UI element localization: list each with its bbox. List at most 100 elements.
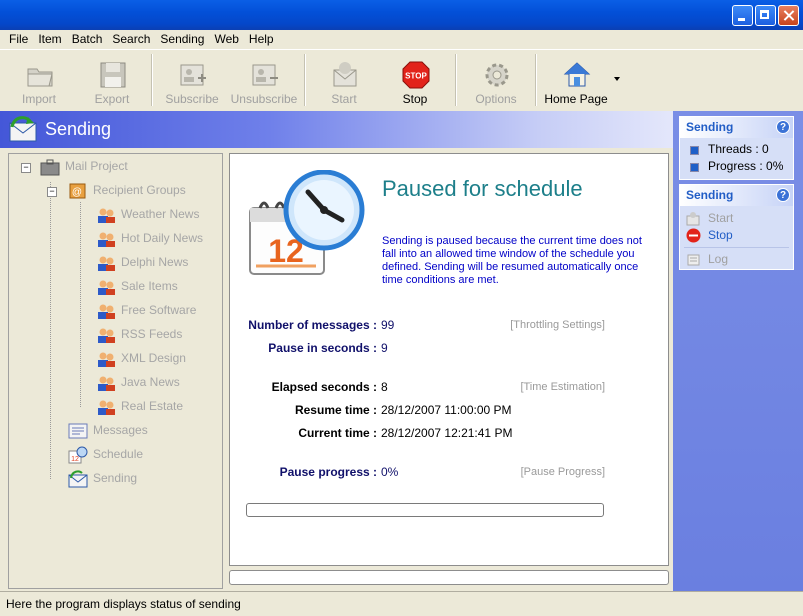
tree-item-recipient-groups[interactable]: @ Recipient Groups — [67, 182, 186, 202]
maximize-button[interactable] — [755, 5, 776, 26]
task-pane: Sending? Threads : 0 Progress : 0% Sendi… — [673, 111, 803, 591]
subscribe-label: Subscribe — [165, 92, 219, 106]
tree-item-schedule[interactable]: 12 Schedule — [67, 446, 143, 466]
divider — [684, 247, 789, 248]
floppy-disk-icon — [100, 62, 126, 88]
tree-item-group[interactable]: XML Design — [95, 350, 186, 370]
import-button[interactable]: Import — [3, 56, 75, 108]
tree-label: Weather News — [121, 207, 200, 222]
pause-progress-link[interactable]: [Pause Progress] — [521, 466, 605, 478]
sending-actions-box: Sending? Start Stop Log — [679, 184, 794, 270]
tree-label: Messages — [93, 423, 148, 438]
tree-item-mail-project[interactable]: Mail Project — [39, 158, 128, 178]
home-page-label: Home Page — [544, 92, 608, 106]
project-tree: − Mail Project − @ Recipient Groups Weath… — [8, 153, 223, 589]
menu-file[interactable]: File — [4, 30, 33, 49]
box-title: Sending — [686, 120, 734, 134]
unsubscribe-button[interactable]: Unsubscribe — [228, 56, 300, 108]
log-icon — [687, 254, 700, 266]
briefcase-icon — [40, 159, 60, 176]
people-icon — [98, 328, 115, 343]
start-label: Start — [331, 92, 357, 106]
send-envelope-icon — [333, 62, 357, 87]
menu-bar: File Item Batch Search Sending Web Help — [0, 30, 803, 49]
num-messages-value: 99 — [381, 318, 395, 332]
tree-item-group[interactable]: Java News — [95, 374, 180, 394]
tree-item-group[interactable]: Delphi News — [95, 254, 188, 274]
tree-label: Free Software — [121, 303, 197, 318]
stop-action-label: Stop — [708, 228, 733, 242]
home-page-button[interactable]: Home Page — [540, 56, 612, 108]
tree-label: Hot Daily News — [121, 231, 204, 246]
resume-time-label: Resume time : — [294, 403, 377, 417]
tree-label: Real Estate — [121, 399, 184, 414]
unsubscribe-label: Unsubscribe — [230, 92, 298, 106]
tree-item-group[interactable]: RSS Feeds — [95, 326, 182, 346]
people-icon — [98, 352, 115, 367]
options-button[interactable]: Options — [460, 56, 532, 108]
menu-web[interactable]: Web — [209, 30, 243, 49]
house-globe-icon — [563, 62, 591, 87]
time-estimation-link[interactable]: [Time Estimation] — [520, 381, 605, 393]
toolbar: Import Export Subscribe Unsubscribe Star… — [0, 49, 803, 111]
minimize-button[interactable] — [732, 5, 753, 26]
menu-batch[interactable]: Batch — [67, 30, 108, 49]
tree-collapse-icon[interactable]: − — [21, 163, 31, 173]
messages-icon — [68, 423, 88, 439]
status-description: Sending is paused because the current ti… — [382, 235, 642, 286]
current-time-label: Current time : — [298, 426, 377, 440]
sending-info-box: Sending? Threads : 0 Progress : 0% — [679, 116, 794, 180]
status-bar: Here the program displays status of send… — [0, 591, 803, 616]
tree-item-group[interactable]: Hot Daily News — [95, 230, 203, 250]
bullet-icon — [690, 146, 699, 155]
menu-sending[interactable]: Sending — [155, 30, 209, 49]
tree-label: RSS Feeds — [121, 327, 183, 342]
menu-search[interactable]: Search — [107, 30, 155, 49]
folder-icon — [27, 68, 53, 87]
sending-envelope-icon — [68, 470, 88, 488]
start-action[interactable]: Start — [680, 210, 793, 227]
stop-sign-icon: STOP — [402, 61, 430, 89]
tree-item-group[interactable]: Weather News — [95, 206, 199, 226]
menu-help[interactable]: Help — [244, 30, 279, 49]
pause-progress-label: Pause progress : — [279, 465, 377, 479]
stop-action[interactable]: Stop — [680, 227, 793, 244]
people-icon — [98, 280, 115, 295]
options-label: Options — [475, 92, 517, 106]
help-icon[interactable]: ? — [776, 188, 790, 202]
tree-item-group[interactable]: Free Software — [95, 302, 196, 322]
start-action-label: Start — [708, 211, 734, 225]
log-action[interactable]: Log — [680, 251, 793, 268]
resume-time-value: 28/12/2007 11:00:00 PM — [381, 403, 512, 417]
pause-seconds-label: Pause in seconds : — [268, 341, 377, 355]
close-button[interactable] — [778, 5, 799, 26]
address-book-icon: @ — [69, 183, 86, 199]
gear-icon — [485, 63, 509, 87]
sending-info-header[interactable]: Sending? — [680, 117, 793, 138]
import-label: Import — [21, 92, 56, 106]
stop-sign-icon — [686, 228, 701, 243]
export-button[interactable]: Export — [76, 56, 148, 108]
stop-button[interactable]: STOP Stop — [379, 56, 451, 108]
num-messages-label: Number of messages : — [248, 318, 377, 332]
toolbar-separator — [535, 54, 537, 106]
help-icon[interactable]: ? — [776, 120, 790, 134]
bullet-icon — [690, 163, 699, 172]
people-icon — [98, 232, 115, 247]
home-page-dropdown-icon[interactable] — [614, 77, 620, 81]
calendar-clock-icon: 12 — [249, 170, 365, 275]
sending-actions-header[interactable]: Sending? — [680, 185, 793, 206]
tree-collapse-icon[interactable]: − — [47, 187, 57, 197]
calendar-clock-icon: 12 — [68, 446, 88, 464]
horizontal-scrollbar[interactable] — [229, 570, 669, 585]
svg-text:@: @ — [72, 187, 82, 198]
tree-item-group[interactable]: Sale Items — [95, 278, 178, 298]
tree-item-group[interactable]: Real Estate — [95, 398, 183, 418]
throttling-settings-link[interactable]: [Throttling Settings] — [510, 319, 605, 331]
subscribe-button[interactable]: Subscribe — [156, 56, 228, 108]
tree-item-sending[interactable]: Sending — [67, 470, 137, 490]
start-button[interactable]: Start — [308, 56, 380, 108]
tree-item-messages[interactable]: Messages — [67, 422, 148, 442]
menu-item[interactable]: Item — [33, 30, 66, 49]
subscribe-card-icon — [180, 64, 206, 86]
